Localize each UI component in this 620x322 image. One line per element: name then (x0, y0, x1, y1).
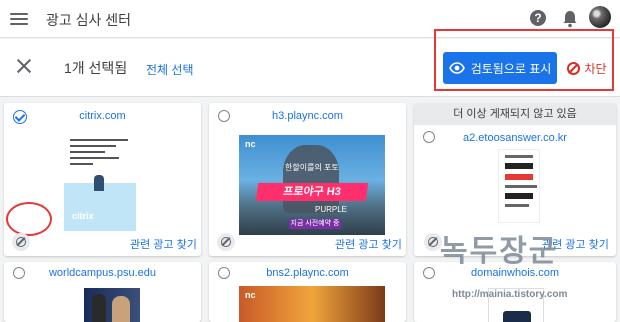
bell-icon[interactable] (562, 10, 578, 28)
ad-brand: nc (245, 290, 256, 300)
ad-card[interactable]: citrix.com citrix 관련 광고 찾기 (4, 103, 201, 256)
not-serving-notice: 더 이상 게재되지 않고 있음 (414, 103, 616, 125)
avatar[interactable] (589, 6, 611, 28)
menu-icon[interactable] (10, 10, 28, 28)
ad-domain[interactable]: bns2.plaync.com (209, 267, 406, 279)
ad-creative: citrix (64, 139, 136, 231)
ad-brand: nc (245, 139, 256, 149)
ad-domain[interactable]: a2.etoosanswer.co.kr (414, 132, 616, 144)
ad-domain[interactable]: worldcampus.psu.edu (4, 267, 201, 279)
select-all-link[interactable]: 전체 선택 (146, 61, 194, 78)
watermark: 녹두장군 (440, 235, 559, 268)
close-icon[interactable] (16, 58, 32, 74)
ad-creative: nc (239, 286, 385, 322)
watermark-url: http://mainia.tistory.com (452, 289, 568, 300)
related-ads-link[interactable]: 관련 광고 찾기 (130, 236, 197, 252)
ad-caption: 한할이를의 포토 (285, 163, 339, 172)
ad-creative (498, 149, 540, 223)
ad-domain[interactable]: h3.plaync.com (209, 110, 406, 122)
ad-card[interactable]: h3.plaync.com nc 한할이를의 포토 프로야구 H3 PURPLE… (209, 103, 406, 256)
highlight-frame (434, 29, 614, 91)
related-ads-link[interactable]: 관련 광고 찾기 (335, 236, 402, 252)
ad-domain[interactable]: citrix.com (4, 110, 201, 122)
ad-sub: PURPLE (315, 205, 348, 214)
ad-creative (84, 288, 140, 322)
ad-creative: nc 한할이를의 포토 프로야구 H3 PURPLE 지금 사전예약 중 (239, 135, 385, 235)
ban-icon[interactable] (217, 233, 235, 251)
ad-card[interactable]: bns2.plaync.com nc (209, 262, 406, 322)
ad-card[interactable]: worldcampus.psu.edu (4, 262, 201, 322)
ad-logo: citrix (72, 211, 94, 221)
selected-count: 1개 선택됨 (64, 60, 128, 76)
app-title: 광고 심사 센터 (46, 12, 132, 28)
help-icon[interactable]: ? (530, 10, 546, 26)
ad-headline: 프로야구 H3 (255, 183, 369, 201)
highlight-circle (6, 202, 52, 236)
ban-icon[interactable] (12, 233, 30, 251)
ad-cta: 지금 사전예약 중 (289, 219, 341, 229)
